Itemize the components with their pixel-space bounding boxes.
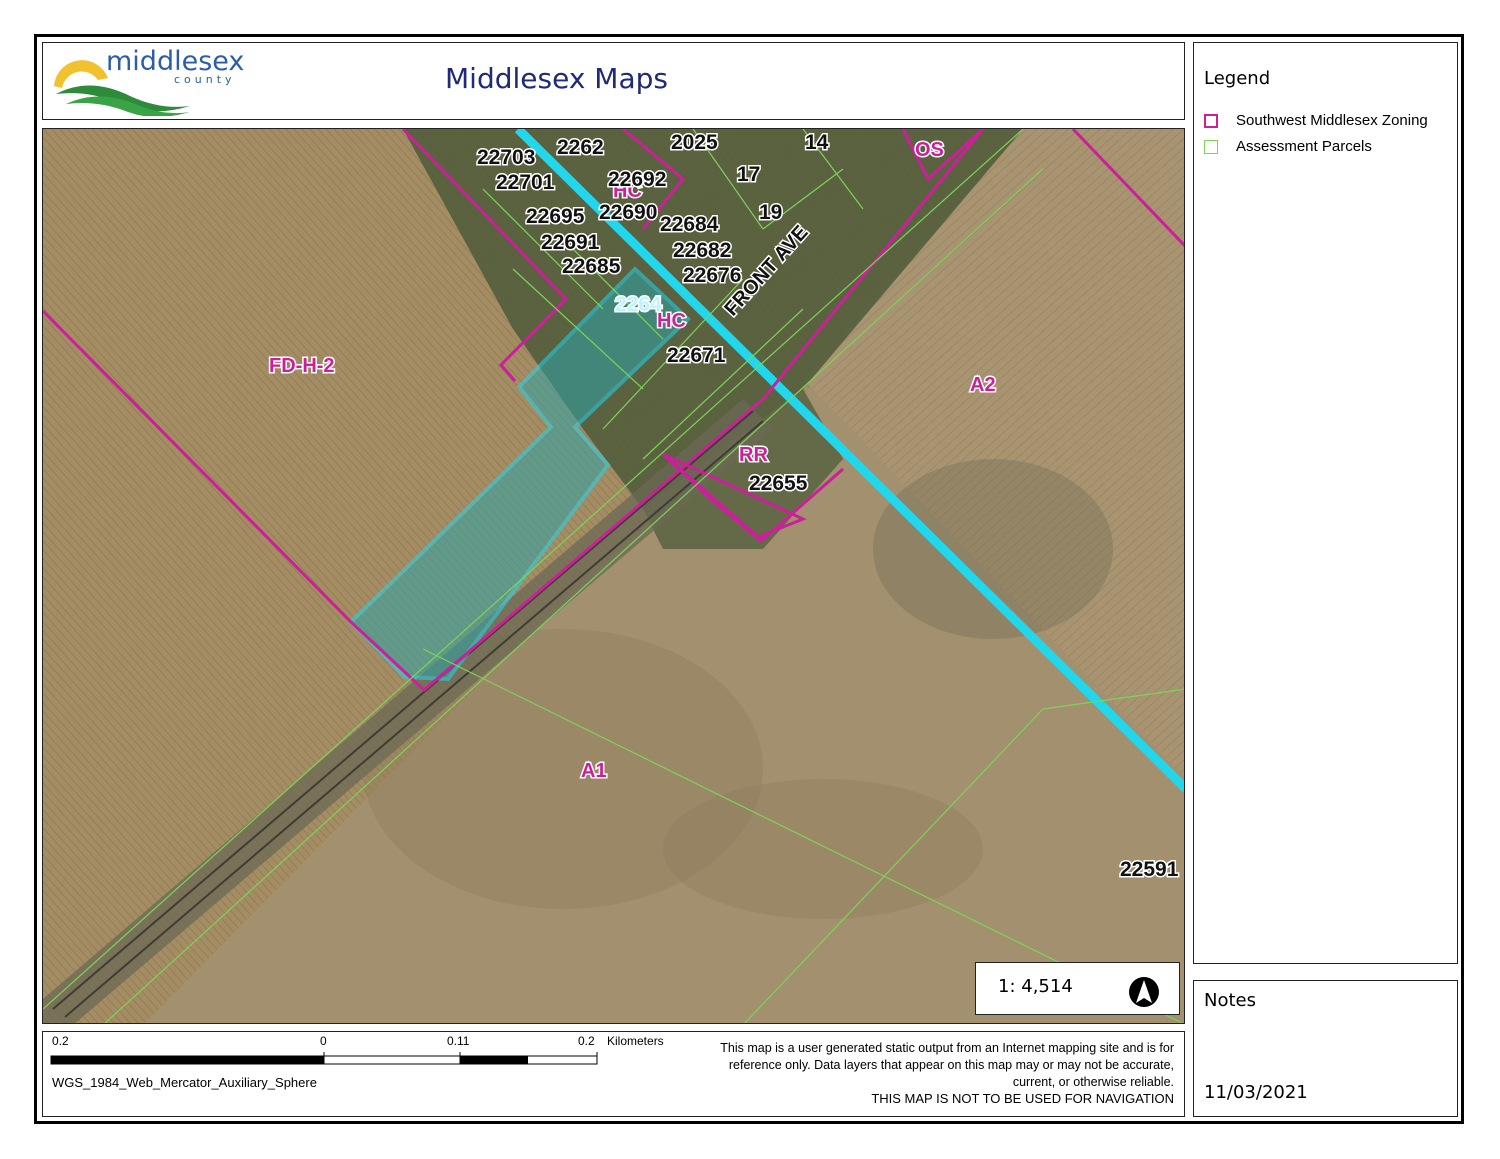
parcel-number: 2025 [671, 131, 718, 154]
parcel-number: 22682 [673, 239, 731, 262]
parcel-number: 2264 [615, 293, 662, 316]
notes-title: Notes [1204, 990, 1256, 1011]
parcel-number: 19 [759, 201, 782, 224]
north-arrow-icon [1129, 977, 1159, 1007]
legend-item-parcels: Assessment Parcels [1204, 138, 1372, 155]
parcel-number: 2262 [557, 136, 604, 159]
zone-label: A1 [581, 760, 607, 782]
legend-label: Southwest Middlesex Zoning [1236, 112, 1428, 129]
parcel-number: 22691 [541, 231, 600, 254]
zone-label: RR [739, 444, 768, 466]
zone-label: A2 [970, 374, 996, 396]
page-title: Middlesex Maps [445, 62, 668, 95]
parcel-number: 22695 [526, 205, 585, 228]
parcel-number: 22676 [683, 264, 741, 287]
scalebar-label: 0.2 [52, 1034, 69, 1048]
parcel-number: 22684 [660, 213, 719, 236]
scale-bar [50, 1052, 598, 1065]
parcel-number: 22692 [608, 168, 666, 191]
zone-label: FD-H-2 [269, 355, 335, 377]
legend-item-zoning: Southwest Middlesex Zoning [1204, 112, 1428, 129]
parcel-number: 22701 [496, 171, 555, 194]
projection-label: WGS_1984_Web_Mercator_Auxiliary_Sphere [52, 1075, 317, 1090]
scalebar-unit: Kilometers [607, 1034, 664, 1048]
scalebar-label: 0 [320, 1034, 327, 1048]
legend-label: Assessment Parcels [1236, 138, 1372, 155]
legend-title: Legend [1204, 68, 1271, 89]
map-scale: 1: 4,514 [998, 976, 1073, 997]
navigation-warning: THIS MAP IS NOT TO BE USED FOR NAVIGATIO… [871, 1091, 1174, 1106]
zoning-swatch-icon [1204, 113, 1218, 128]
parcel-number: 22703 [477, 146, 535, 169]
legend-panel [1193, 42, 1458, 964]
parcel-number: 22655 [749, 472, 808, 495]
map-date: 11/03/2021 [1204, 1082, 1308, 1103]
parcel-number: 17 [737, 163, 760, 186]
parcel-swatch-icon [1204, 139, 1218, 154]
parcel-number: 22671 [667, 344, 726, 367]
disclaimer-text: This map is a user generated static outp… [720, 1041, 1174, 1089]
map-view[interactable]: FD-H-2 A2 A1 RR HC HC OS 22703 2262 2025… [42, 128, 1185, 1024]
scalebar-label: 0.11 [447, 1034, 470, 1048]
scalebar-label: 0.2 [578, 1034, 595, 1048]
parcel-number: 14 [805, 131, 829, 154]
parcel-number: 22591 [1120, 858, 1179, 881]
parcel-number: 22690 [599, 201, 657, 224]
logo-subtitle: county [174, 73, 236, 86]
parcel-number: 22685 [562, 255, 621, 278]
zone-label: OS [915, 139, 944, 161]
map-canvas[interactable]: FD-H-2 A2 A1 RR HC HC OS 22703 2262 2025… [43, 129, 1185, 1024]
